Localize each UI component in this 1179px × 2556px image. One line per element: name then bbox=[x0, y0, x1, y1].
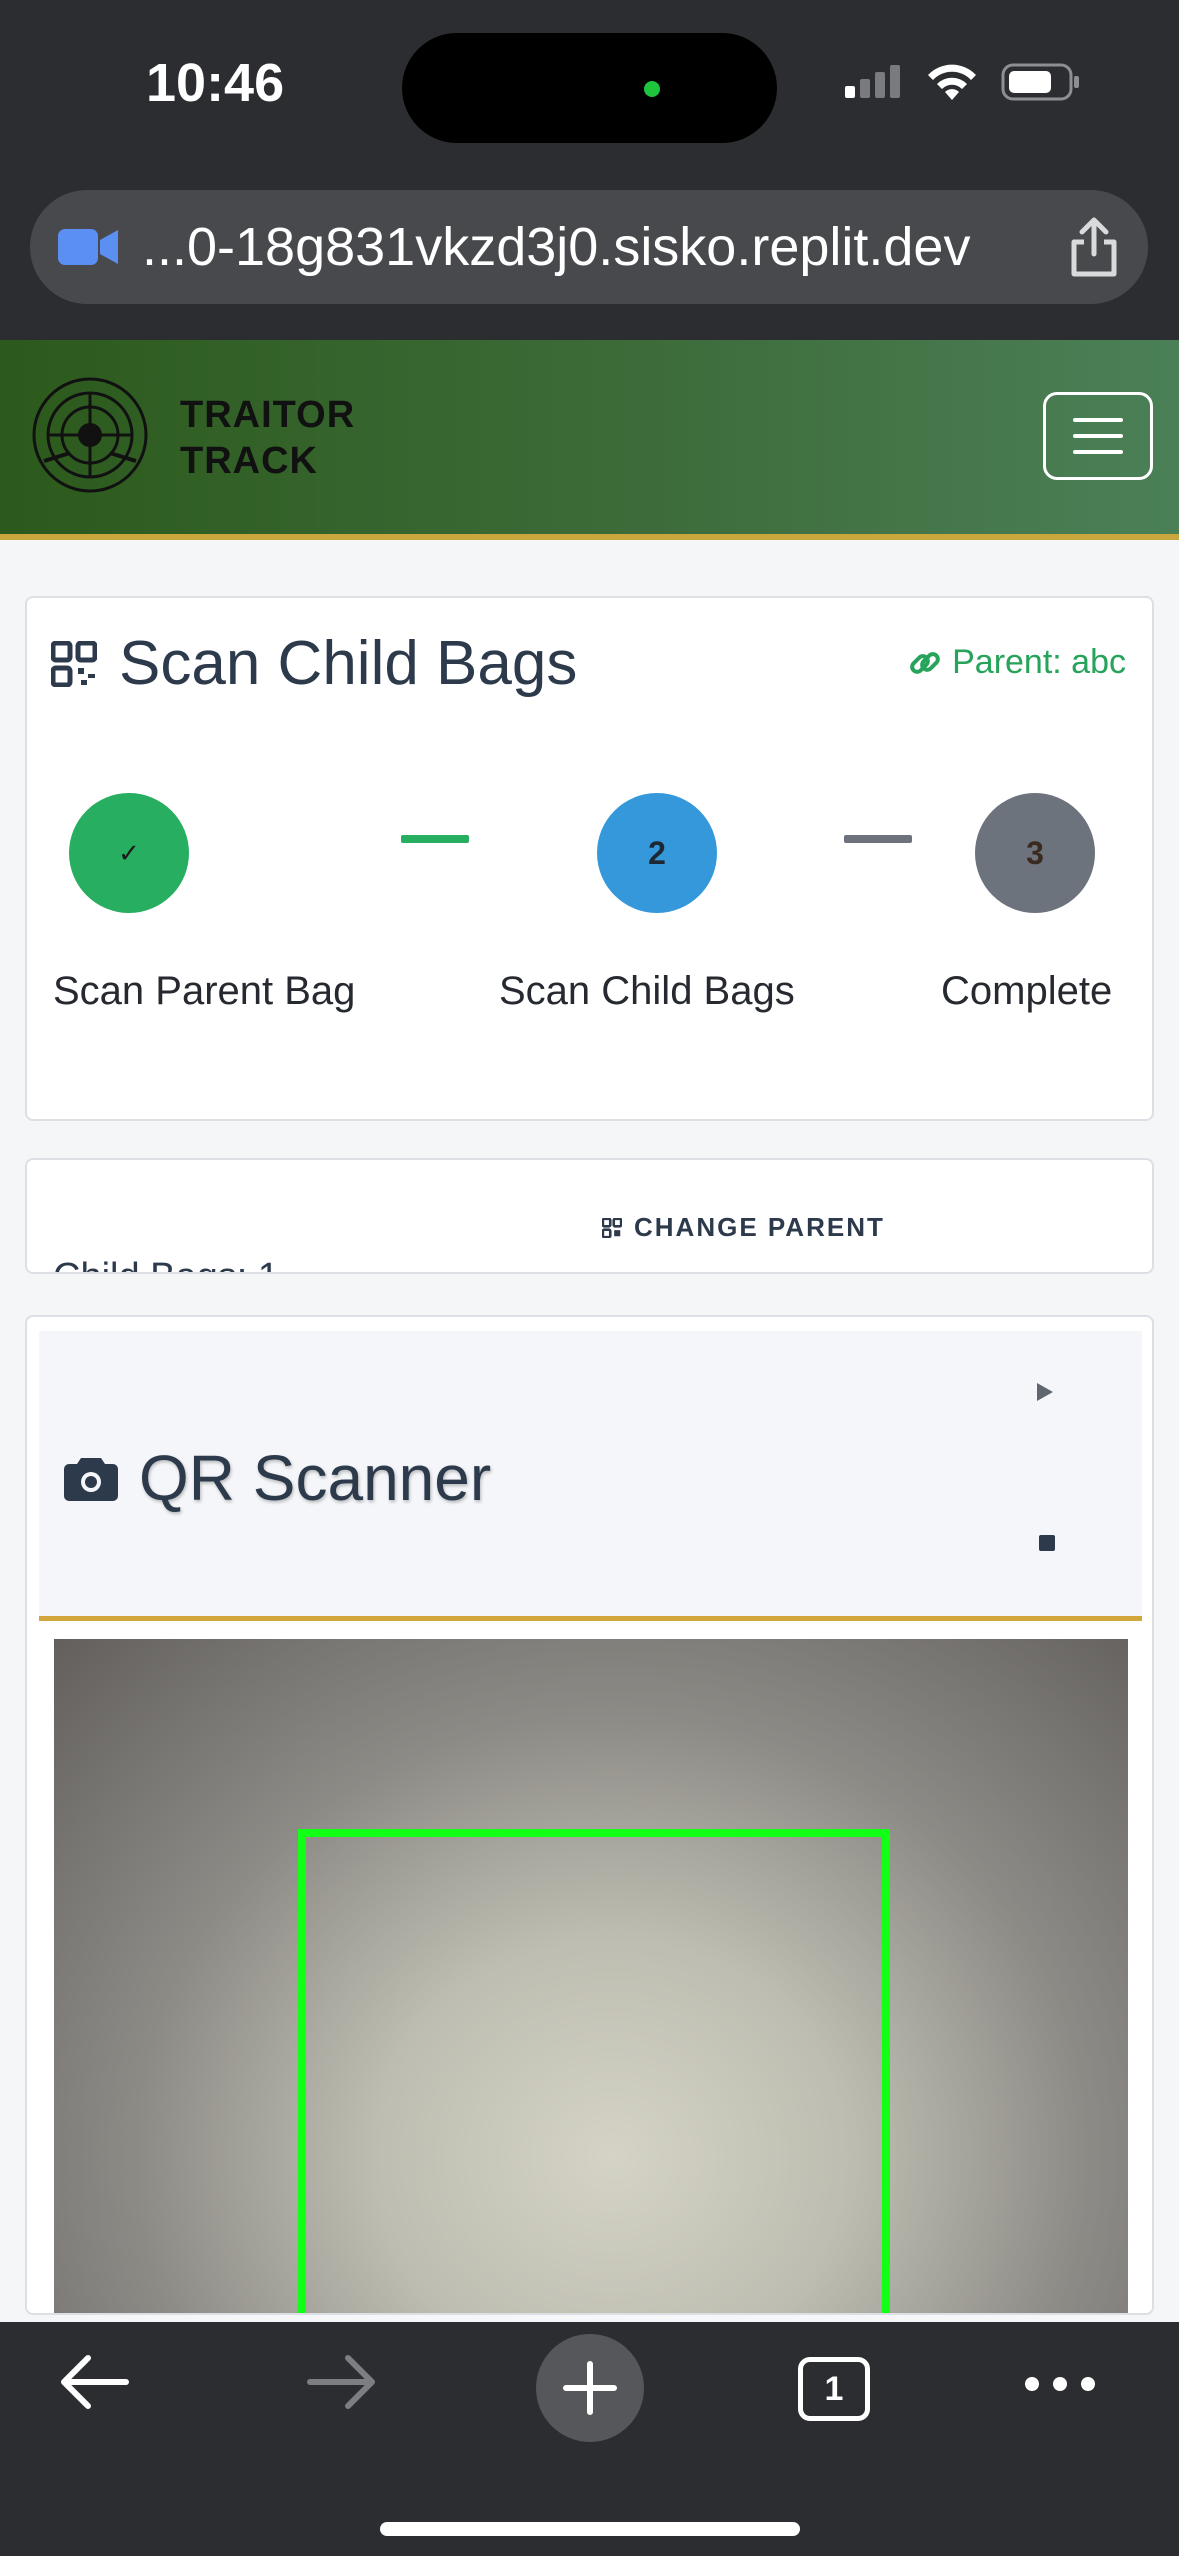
parent-indicator: Parent: abc bbox=[908, 643, 1126, 682]
qrcode-icon bbox=[602, 1217, 622, 1238]
hamburger-bar bbox=[1073, 450, 1123, 454]
step-1: ✓ bbox=[53, 793, 205, 913]
step-1-circle: ✓ bbox=[69, 793, 189, 913]
change-parent-button[interactable]: CHANGE PARENT bbox=[602, 1212, 885, 1243]
forward-button[interactable] bbox=[306, 2352, 378, 2412]
battery-icon bbox=[1001, 63, 1079, 101]
plus-icon bbox=[563, 2361, 617, 2415]
tabs-button[interactable]: 1 bbox=[798, 2357, 870, 2421]
url-text: ...0-18g831vkzd3j0.sisko.replit.dev bbox=[142, 217, 971, 277]
share-icon[interactable] bbox=[1066, 216, 1122, 278]
link-icon bbox=[910, 651, 940, 674]
scan-card-title: Scan Child Bags bbox=[51, 628, 577, 699]
qr-scan-frame bbox=[298, 1829, 890, 2313]
browser-url-bar-area: ...0-18g831vkzd3j0.sisko.replit.dev bbox=[0, 180, 1179, 340]
scanner-header: QR Scanner bbox=[39, 1331, 1142, 1621]
address-bar[interactable]: ...0-18g831vkzd3j0.sisko.replit.dev bbox=[30, 190, 1148, 304]
wifi-icon bbox=[928, 64, 976, 100]
brand-line-1: TRAITOR bbox=[180, 394, 356, 436]
child-bags-count: Child Bags: 1 bbox=[53, 1256, 279, 1272]
step-3: 3 bbox=[975, 793, 1095, 913]
arrow-left-icon bbox=[61, 2355, 129, 2409]
step-connector-2 bbox=[844, 835, 912, 843]
dynamic-island bbox=[402, 33, 777, 143]
checkmark-icon: ✓ bbox=[118, 837, 140, 868]
step-3-label: Complete bbox=[941, 969, 1113, 1013]
video-camera-icon bbox=[58, 229, 118, 265]
step-2-label: Scan Child Bags bbox=[499, 969, 795, 1013]
step-connector-1 bbox=[401, 835, 469, 843]
qrcode-icon bbox=[51, 640, 97, 687]
scanner-title: QR Scanner bbox=[63, 1441, 491, 1515]
home-indicator bbox=[380, 2522, 800, 2536]
parent-info-card: CHANGE PARENT Child Bags: 1 bbox=[25, 1158, 1154, 1274]
parent-label-text: Parent: abc bbox=[952, 643, 1126, 681]
camera-icon bbox=[64, 1458, 118, 1501]
app-navbar: TRAITOR TRACK bbox=[0, 340, 1179, 540]
status-bar: 10:46 bbox=[0, 0, 1179, 180]
qr-scanner-card: QR Scanner bbox=[25, 1315, 1154, 2315]
camera-preview[interactable] bbox=[54, 1639, 1128, 2313]
scanner-title-text: QR Scanner bbox=[139, 1442, 492, 1514]
hamburger-bar bbox=[1073, 418, 1123, 422]
page-title: Scan Child Bags bbox=[119, 629, 578, 698]
scan-progress-card: Scan Child Bags Parent: abc ✓ Scan Paren… bbox=[25, 596, 1154, 1121]
step-3-circle: 3 bbox=[975, 793, 1095, 913]
step-2-circle: 2 bbox=[597, 793, 717, 913]
back-button[interactable] bbox=[58, 2352, 130, 2412]
traitor-track-logo-icon bbox=[32, 377, 148, 493]
brand-name[interactable]: TRAITOR TRACK bbox=[180, 392, 355, 484]
brand-line-2: TRACK bbox=[180, 440, 318, 482]
status-time: 10:46 bbox=[146, 53, 285, 113]
hamburger-bar bbox=[1073, 434, 1123, 438]
menu-toggle-button[interactable] bbox=[1043, 392, 1153, 480]
new-tab-button[interactable] bbox=[536, 2334, 644, 2442]
play-icon[interactable] bbox=[1035, 1381, 1055, 1403]
change-parent-label: CHANGE PARENT bbox=[634, 1212, 885, 1242]
browser-toolbar: 1 bbox=[0, 2322, 1179, 2556]
arrow-right-icon bbox=[307, 2355, 375, 2409]
camera-indicator-dot bbox=[644, 81, 660, 97]
more-dots-icon bbox=[1025, 2377, 1095, 2391]
more-button[interactable] bbox=[1024, 2374, 1096, 2394]
stop-icon[interactable] bbox=[1039, 1535, 1055, 1551]
step-1-label: Scan Parent Bag bbox=[53, 969, 356, 1013]
cellular-signal-icon bbox=[845, 65, 900, 98]
status-icons bbox=[843, 62, 1081, 102]
step-2: 2 bbox=[597, 793, 717, 913]
